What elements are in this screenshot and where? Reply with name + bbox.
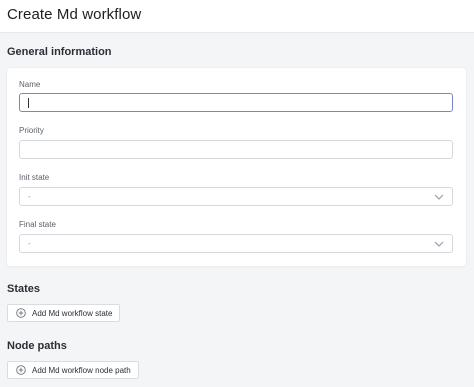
add-workflow-state-label: Add Md workflow state xyxy=(32,308,113,318)
section-title-node-paths: Node paths xyxy=(7,340,67,352)
init-state-select[interactable]: - xyxy=(19,187,453,206)
priority-input[interactable] xyxy=(19,140,453,159)
page-header: Create Md workflow xyxy=(0,0,474,33)
add-workflow-state-button[interactable]: Add Md workflow state xyxy=(7,304,121,322)
plus-circle-icon xyxy=(16,308,26,318)
add-workflow-node-path-button[interactable]: Add Md workflow node path xyxy=(7,361,139,379)
final-state-select[interactable]: - xyxy=(19,234,453,253)
section-title-general: General information xyxy=(7,46,112,58)
chevron-down-icon xyxy=(434,241,444,247)
init-state-label: Init state xyxy=(19,173,50,182)
add-workflow-node-path-label: Add Md workflow node path xyxy=(32,365,131,375)
name-label: Name xyxy=(19,80,41,89)
priority-label: Priority xyxy=(19,126,44,135)
general-information-card: Name Priority Init state - Final state - xyxy=(7,68,466,266)
init-state-value: - xyxy=(28,192,31,201)
plus-circle-icon xyxy=(16,365,26,375)
final-state-value: - xyxy=(28,239,31,248)
text-caret xyxy=(28,98,29,108)
name-input[interactable] xyxy=(19,93,453,112)
page-title: Create Md workflow xyxy=(7,6,142,23)
final-state-label: Final state xyxy=(19,220,56,229)
section-title-states: States xyxy=(7,283,41,295)
chevron-down-icon xyxy=(434,194,444,200)
